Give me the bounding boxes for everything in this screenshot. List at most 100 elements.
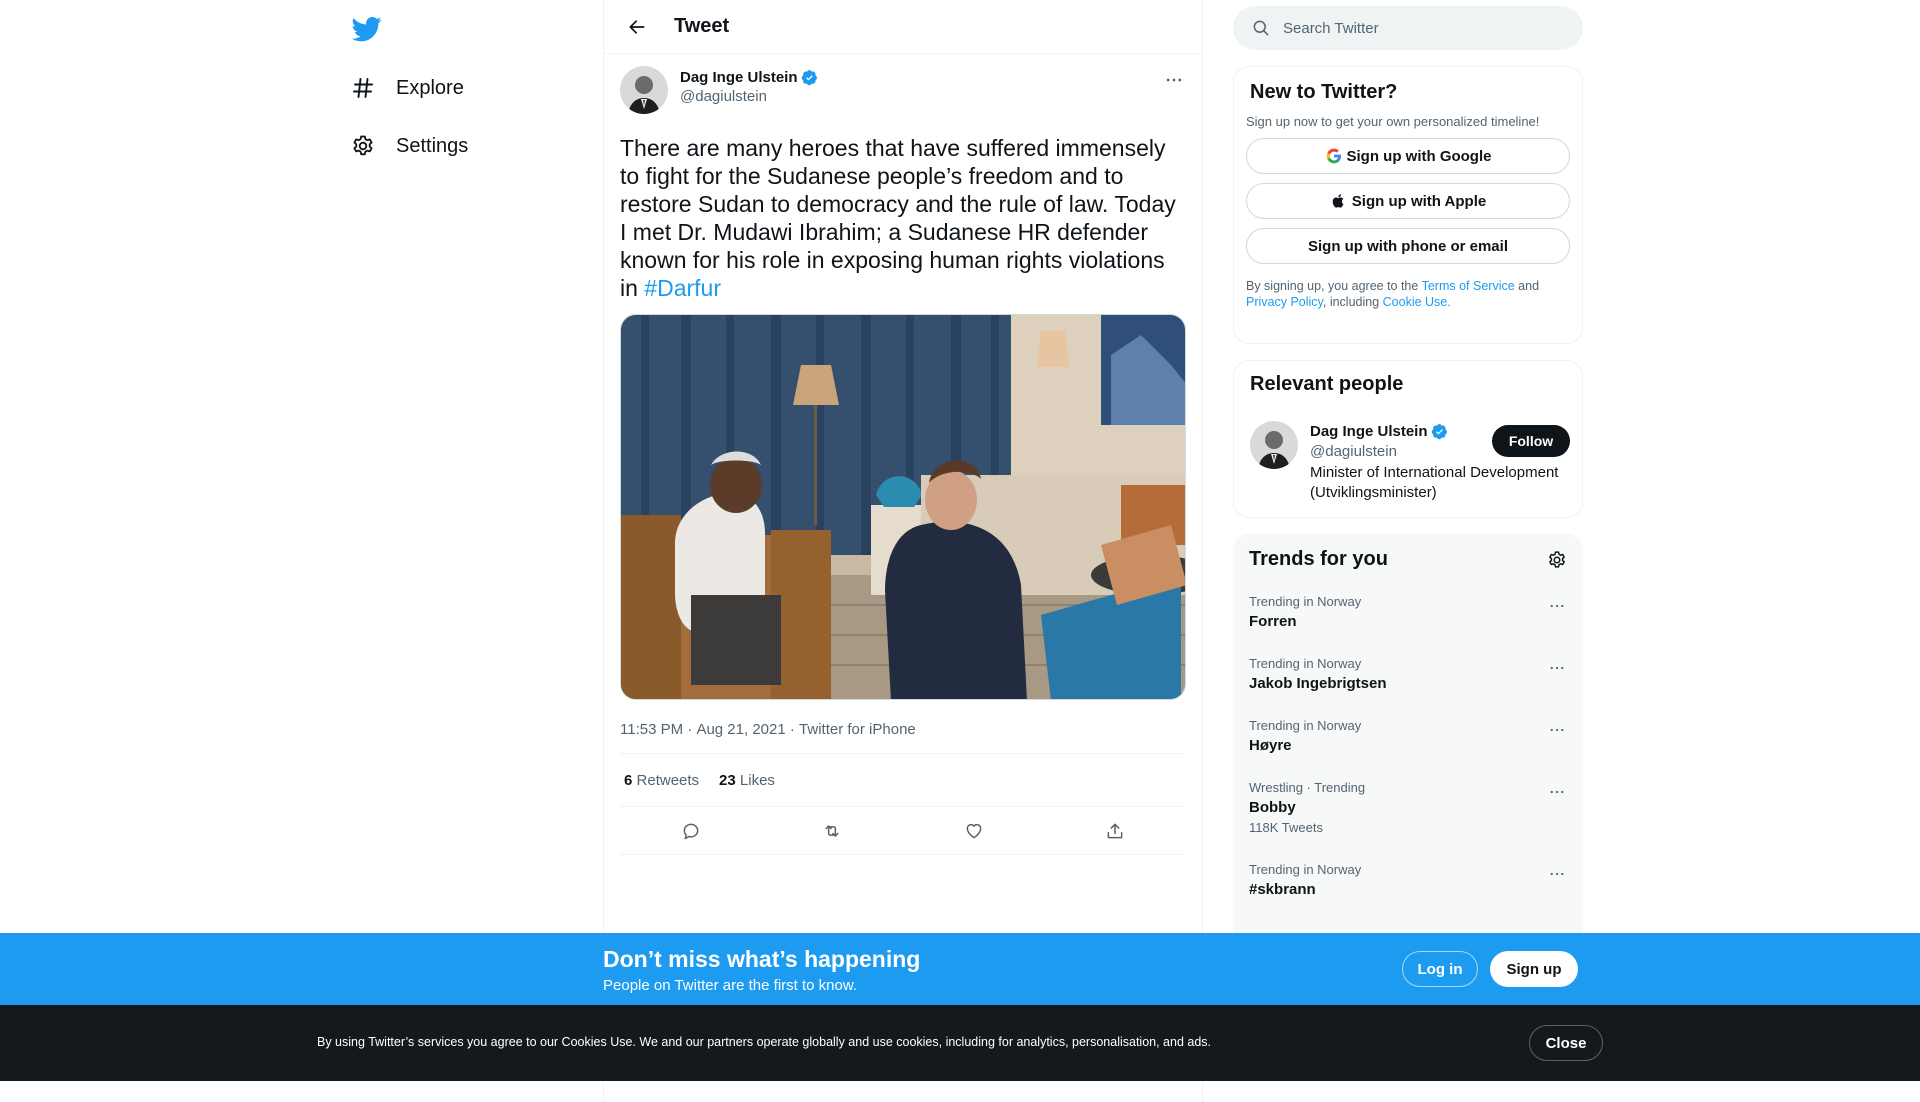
legal-text-1: By signing up, you agree to the — [1246, 279, 1422, 293]
author-handle[interactable]: @dagiulstein — [680, 88, 818, 105]
search-box[interactable] — [1233, 6, 1583, 50]
signup-phone-button[interactable]: Sign up with phone or email — [1246, 228, 1570, 264]
trend-more-button[interactable] — [1545, 594, 1569, 618]
arrow-left-icon — [629, 19, 645, 34]
trend-more-button[interactable] — [1545, 780, 1569, 804]
search-icon — [1251, 18, 1271, 38]
trend-item[interactable]: Trending in Norway Forren — [1249, 594, 1569, 630]
relevant-people-card: Relevant people Dag Inge Ulstein @dagiul… — [1233, 360, 1583, 518]
more-options-button[interactable] — [1162, 68, 1186, 92]
trends-title: Trends for you — [1249, 548, 1388, 570]
tweet-source[interactable]: Twitter for iPhone — [799, 721, 916, 738]
trend-item[interactable]: Trending in Norway Jakob Ingebrigtsen — [1249, 656, 1569, 692]
back-button[interactable] — [620, 10, 654, 44]
verified-badge-icon — [1431, 423, 1448, 440]
nav-settings[interactable]: Settings — [350, 126, 468, 166]
meta-separator: · — [785, 720, 800, 738]
trend-more-button[interactable] — [1545, 862, 1569, 886]
signup-apple-label: Sign up with Apple — [1351, 192, 1487, 210]
trend-name: #skbrann — [1249, 881, 1316, 898]
new-to-twitter-card: New to Twitter? Sign up now to get your … — [1233, 66, 1583, 344]
tweet-timestamp: 11:53 PM · Aug 21, 2021 · Twitter for iP… — [620, 717, 1186, 741]
legal-text-3: , including — [1322, 295, 1383, 309]
retweet-button[interactable] — [815, 814, 849, 848]
share-icon — [1107, 823, 1123, 838]
person-handle[interactable]: @dagiulstein — [1310, 443, 1397, 460]
legal-text-2: and — [1514, 279, 1540, 293]
tweet-photo[interactable] — [620, 314, 1186, 700]
signup-card-title: New to Twitter? — [1250, 81, 1398, 103]
cookie-bar: By using Twitter’s services you agree to… — [0, 1005, 1920, 1081]
tweet-author: Dag Inge Ulstein @dagiulstein — [620, 66, 1186, 118]
person-bio: Minister of International Development (U… — [1310, 464, 1559, 501]
login-banner: Don’t miss what’s happening People on Tw… — [0, 933, 1920, 1005]
avatar[interactable] — [1250, 421, 1298, 469]
verified-badge-icon — [801, 69, 818, 86]
author-name[interactable]: Dag Inge Ulstein — [680, 69, 798, 86]
terms-link[interactable]: Terms of Service — [1422, 279, 1515, 293]
gear-icon — [350, 133, 376, 159]
retweet-icon — [825, 824, 839, 837]
ellipsis-icon — [1550, 872, 1564, 876]
trend-context: Trending in Norway — [1249, 718, 1362, 733]
meta-separator: · — [683, 720, 697, 738]
trend-name: Høyre — [1249, 737, 1292, 754]
trend-context: Trending in Norway — [1249, 656, 1362, 671]
retweets-stat[interactable]: 6 Retweets — [624, 772, 699, 789]
share-button[interactable] — [1098, 814, 1132, 848]
trend-more-button[interactable] — [1545, 656, 1569, 680]
page-header: Tweet — [604, 0, 1202, 54]
like-button[interactable] — [957, 814, 991, 848]
person-name[interactable]: Dag Inge Ulstein — [1310, 423, 1428, 440]
ellipsis-icon — [1550, 790, 1564, 794]
signup-phone-label: Sign up with phone or email — [1307, 237, 1508, 255]
cookie-use-link[interactable]: Cookie Use. — [1383, 295, 1451, 309]
apple-icon — [1330, 192, 1348, 210]
nav-explore[interactable]: Explore — [350, 68, 464, 108]
trend-more-button[interactable] — [1545, 718, 1569, 742]
gear-icon — [1549, 551, 1565, 568]
trend-item[interactable]: Trending in Norway Høyre — [1249, 718, 1569, 754]
tweet-time[interactable]: 11:53 PM — [620, 721, 683, 738]
trends-settings-button[interactable] — [1545, 548, 1569, 572]
follow-button[interactable]: Follow — [1492, 425, 1570, 457]
page-title: Tweet — [674, 15, 730, 37]
likes-count: 23 — [719, 771, 736, 789]
tweet-text: There are many heroes that have suffered… — [620, 134, 1188, 302]
tweet-actions — [620, 807, 1186, 855]
search-input[interactable] — [1283, 19, 1563, 37]
retweets-label: Retweets — [636, 771, 700, 789]
signup-apple-button[interactable]: Sign up with Apple — [1246, 183, 1570, 219]
signup-google-label: Sign up with Google — [1346, 147, 1492, 165]
ellipsis-icon — [1166, 78, 1182, 82]
login-button[interactable]: Log in — [1402, 951, 1478, 987]
trends-card: Trends for you Trending in Norway Forren… — [1233, 534, 1583, 954]
cookie-text: By using Twitter’s services you agree to… — [317, 1035, 1212, 1049]
tweet-date[interactable]: Aug 21, 2021 — [696, 721, 785, 738]
relevant-people-title: Relevant people — [1250, 373, 1404, 395]
trend-name: Bobby — [1249, 799, 1296, 816]
google-icon — [1325, 147, 1343, 165]
trend-item[interactable]: Wrestling · Trending Bobby 118K Tweets — [1249, 780, 1569, 835]
likes-stat[interactable]: 23 Likes — [719, 772, 775, 789]
trend-tweet-count: 118K Tweets — [1249, 820, 1323, 835]
trend-context: Trending in Norway — [1249, 862, 1362, 877]
twitter-logo-icon[interactable] — [351, 14, 382, 44]
hashtag-icon — [350, 75, 376, 101]
ellipsis-icon — [1550, 728, 1564, 732]
hashtag-link[interactable]: #Darfur — [644, 275, 721, 301]
signup-google-button[interactable]: Sign up with Google — [1246, 138, 1570, 174]
cookie-close-button[interactable]: Close — [1529, 1025, 1603, 1061]
tweet-stats: 6 Retweets 23 Likes — [620, 753, 1186, 807]
signup-button[interactable]: Sign up — [1490, 951, 1578, 987]
banner-title: Don’t miss what’s happening — [603, 946, 921, 972]
reply-icon — [683, 823, 699, 839]
trend-name: Jakob Ingebrigtsen — [1249, 675, 1387, 692]
avatar[interactable] — [620, 66, 668, 114]
privacy-link[interactable]: Privacy Policy — [1246, 295, 1323, 309]
retweets-count: 6 — [624, 771, 633, 789]
trend-name: Forren — [1249, 613, 1297, 630]
trend-item[interactable]: Trending in Norway #skbrann — [1249, 862, 1569, 898]
signup-card-subtitle: Sign up now to get your own personalized… — [1246, 114, 1540, 129]
reply-button[interactable] — [674, 814, 708, 848]
